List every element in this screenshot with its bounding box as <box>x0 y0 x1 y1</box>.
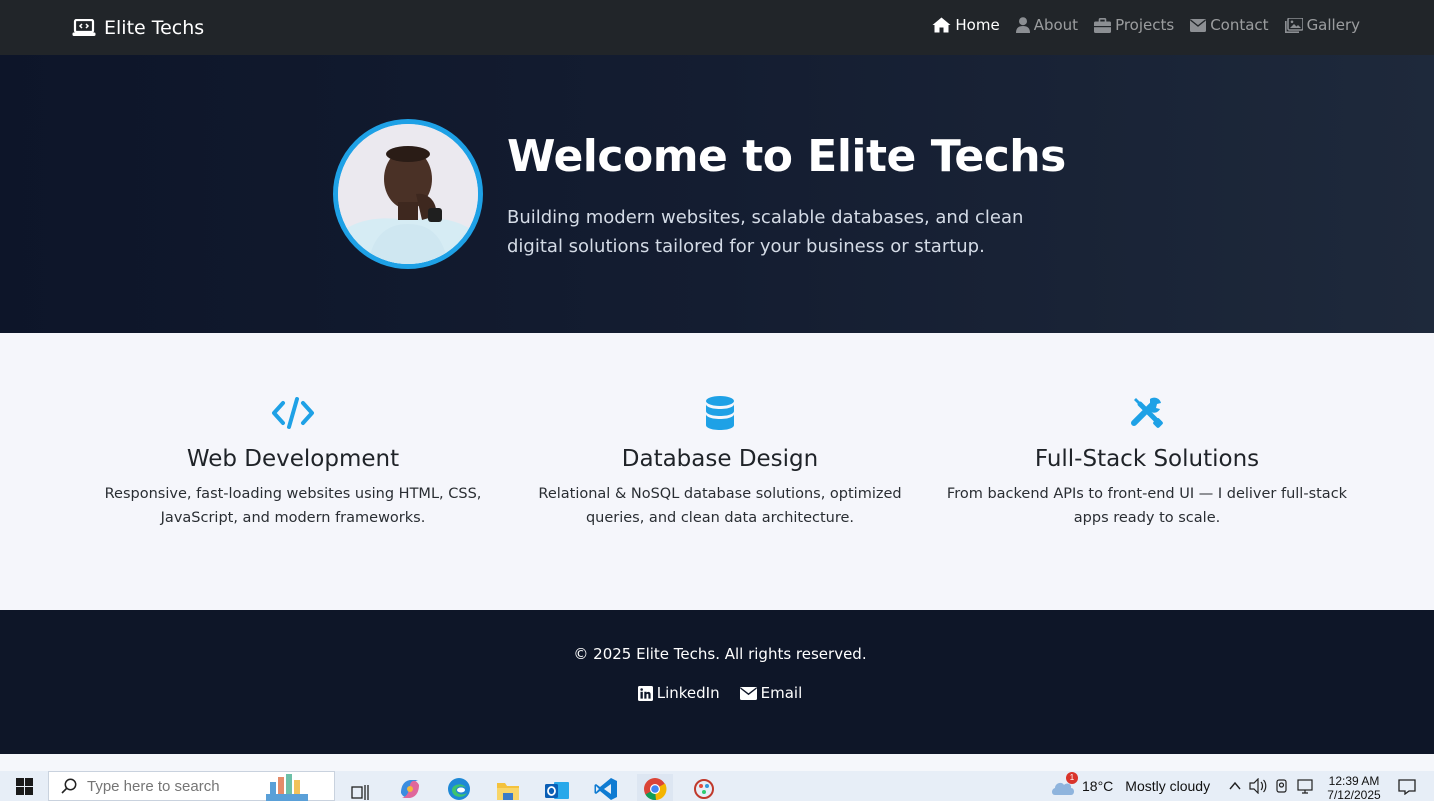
social-links: LinkedIn Email <box>0 684 1434 702</box>
nav-item-projects[interactable]: Projects <box>1094 16 1174 34</box>
code-icon <box>272 397 314 429</box>
outlook-icon <box>545 782 569 799</box>
nav-label: Gallery <box>1306 16 1360 34</box>
nav-item-about[interactable]: About <box>1015 16 1079 34</box>
notifications-button[interactable] <box>1395 775 1419 799</box>
linkedin-link[interactable]: LinkedIn <box>637 684 720 702</box>
hero-section: Welcome to Elite Techs Building modern w… <box>0 55 1434 333</box>
system-tray <box>1228 771 1315 801</box>
profile-photo <box>333 119 483 269</box>
task-view-button[interactable] <box>342 774 378 801</box>
tools-icon <box>1131 397 1163 428</box>
paint-icon <box>694 779 714 799</box>
laptop-code-icon <box>72 19 96 36</box>
system-clock[interactable]: 12:39 AM 7/12/2025 <box>1318 774 1390 801</box>
nav-item-contact[interactable]: Contact <box>1190 16 1269 34</box>
network-icon[interactable] <box>1297 778 1315 794</box>
feature-web-development: Web Development Responsive, fast-loading… <box>83 393 503 530</box>
notification-icon <box>1398 779 1416 795</box>
images-icon <box>1284 17 1303 33</box>
clock-date: 7/12/2025 <box>1327 788 1381 801</box>
outlook-app[interactable] <box>539 774 575 801</box>
footer: © 2025 Elite Techs. All rights reserved.… <box>0 610 1434 754</box>
task-view-icon <box>351 785 369 800</box>
features-section: Web Development Responsive, fast-loading… <box>0 333 1434 610</box>
briefcase-icon <box>1094 17 1112 33</box>
vscode-icon <box>594 778 617 800</box>
user-icon <box>1015 17 1030 33</box>
navbar: Elite Techs Home About Projects Contact … <box>0 0 1434 55</box>
chrome-app[interactable] <box>637 774 673 801</box>
database-icon <box>706 396 734 430</box>
feature-text: Responsive, fast-loading websites using … <box>104 486 482 526</box>
nav-label: Contact <box>1210 16 1269 34</box>
feature-title: Full-Stack Solutions <box>1034 446 1260 472</box>
feature-database-design: Database Design Relational & NoSQL datab… <box>510 393 930 530</box>
brand-name: Elite Techs <box>104 17 205 39</box>
vscode-app[interactable] <box>588 774 624 801</box>
weather-alert-badge: 1 <box>1066 772 1078 784</box>
weather-temperature: 18°C <box>1082 778 1114 794</box>
brand-link[interactable]: Elite Techs <box>72 15 204 41</box>
chrome-icon <box>644 778 667 801</box>
hero-title: Welcome to Elite Techs <box>507 131 1066 182</box>
meet-now-icon[interactable] <box>1274 778 1290 794</box>
search-input[interactable] <box>87 777 267 795</box>
hero-subtitle: Building modern websites, scalable datab… <box>507 207 1024 257</box>
main-nav: Home About Projects Contact Gallery <box>932 16 1360 34</box>
home-icon <box>932 17 951 33</box>
weather-widget[interactable]: 1 18°C Mostly cloudy <box>1050 771 1210 801</box>
copilot-icon <box>401 780 419 798</box>
email-link[interactable]: Email <box>739 684 803 702</box>
edge-icon <box>448 778 470 800</box>
nav-label: Projects <box>1115 16 1175 34</box>
feature-text: Relational & NoSQL database solutions, o… <box>538 486 902 526</box>
search-highlight-icon <box>266 774 308 801</box>
feature-title: Database Design <box>621 446 819 472</box>
nav-label: About <box>1033 16 1079 34</box>
nav-label: Home <box>955 16 1000 34</box>
chevron-up-icon[interactable] <box>1228 779 1242 793</box>
email-label: Email <box>760 684 803 702</box>
copilot-app[interactable] <box>392 774 428 801</box>
paint-app[interactable] <box>686 774 722 801</box>
edge-app[interactable] <box>441 774 477 801</box>
envelope-icon <box>739 686 757 700</box>
clock-time: 12:39 AM <box>1328 774 1380 788</box>
folder-icon <box>497 783 519 800</box>
copyright-text: © 2025 Elite Techs. All rights reserved. <box>573 645 867 663</box>
envelope-icon <box>1190 18 1207 32</box>
weather-description: Mostly cloudy <box>1125 778 1211 794</box>
nav-item-gallery[interactable]: Gallery <box>1284 16 1360 34</box>
linkedin-label: LinkedIn <box>656 684 720 702</box>
linkedin-icon <box>637 685 653 701</box>
windows-icon <box>15 777 33 795</box>
taskbar-search[interactable] <box>48 771 335 801</box>
feature-full-stack-solutions: Full-Stack Solutions From backend APIs t… <box>937 393 1357 530</box>
file-explorer-app[interactable] <box>490 774 526 801</box>
nav-item-home[interactable]: Home <box>932 16 1000 34</box>
windows-taskbar: 1 18°C Mostly cloudy 12:39 AM 7/12/2025 <box>0 771 1434 801</box>
volume-icon[interactable] <box>1249 778 1267 794</box>
search-icon <box>61 778 77 794</box>
feature-text: From backend APIs to front-end UI — I de… <box>946 486 1348 526</box>
feature-title: Web Development <box>186 446 400 472</box>
start-button[interactable] <box>0 771 48 801</box>
